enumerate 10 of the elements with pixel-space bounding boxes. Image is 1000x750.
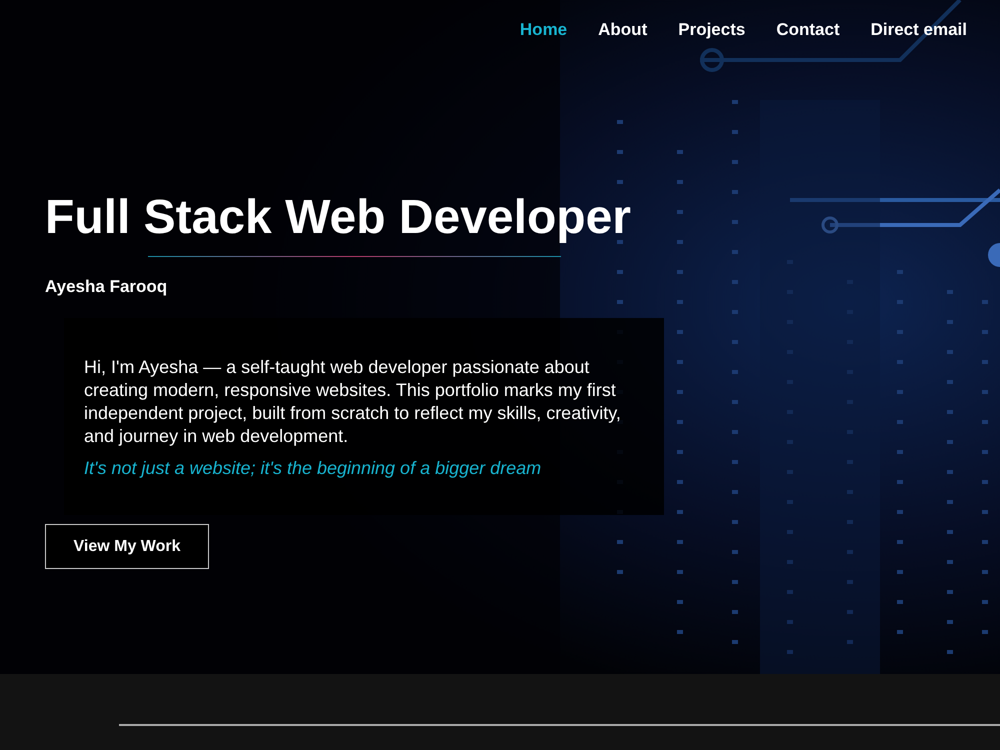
view-work-button[interactable]: View My Work (45, 524, 209, 569)
author-name: Ayesha Farooq (45, 277, 168, 297)
nav-link[interactable]: Home (520, 20, 568, 40)
intro-text: Hi, I'm Ayesha — a self-taught web developer passionate about creating modern, responsive websites. This portfolio marks my first independent project, built from scratch to reflect my skills, creativity, and journey in web development. (84, 356, 622, 448)
nav-link[interactable]: About (598, 20, 648, 40)
nav-link[interactable]: Direct email (870, 20, 967, 40)
tagline: It's not just a website; it's the beginning of a bigger dream (84, 458, 542, 479)
nav-link[interactable]: Contact (776, 20, 840, 40)
hero-title: Full Stack Web Developer (45, 190, 632, 246)
nav-link[interactable]: Projects (678, 20, 746, 40)
